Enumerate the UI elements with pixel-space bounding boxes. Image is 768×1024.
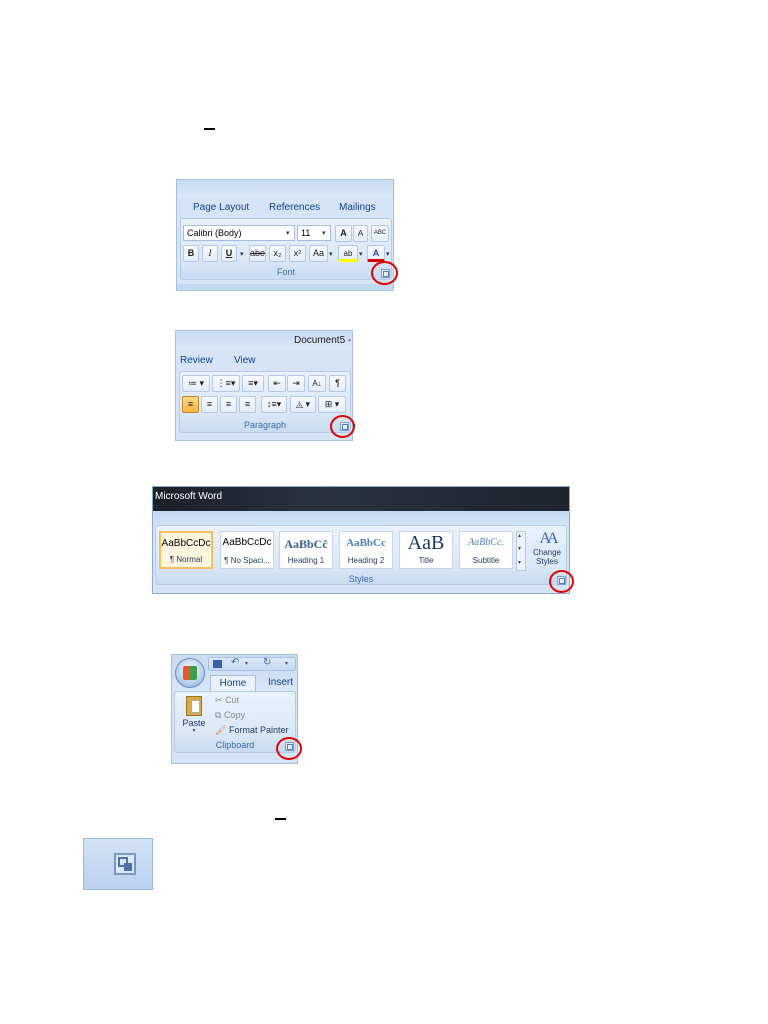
change-styles-label: Change Styles [532,548,562,566]
show-formatting-button[interactable]: ¶ [329,375,346,392]
dialog-launcher-icon [114,853,136,875]
increase-indent-button[interactable]: ⇥ [287,375,305,392]
underline-dropdown-icon[interactable]: ▾ [240,250,244,258]
style-normal[interactable]: AaBbCcDc ¶ Normal [159,531,213,569]
paragraph-group: ≔ ▾ ⋮≡▾ ≡▾ ⇤ ⇥ A↓ ¶ ≡ ≡ ≡ ≡ ↕≡▾ ◬ ▾ ⊞ ▾ … [179,371,351,433]
underline-button[interactable]: U [221,245,237,262]
bold-button[interactable]: B [183,245,199,262]
change-styles-icon: AA [539,530,558,547]
office-logo-icon [183,666,197,680]
font-group: Calibri (Body) ▾ 11 ▾ A A ABC B I U ▾ ab… [180,218,392,280]
grow-font-button[interactable]: A [335,225,352,242]
line-spacing-button[interactable]: ↕≡▾ [261,396,287,413]
paste-button[interactable]: Paste ▾ [179,695,209,739]
paintbrush-icon: 🖌 [215,725,227,735]
decrease-indent-button[interactable]: ⇤ [268,375,286,392]
format-painter-button[interactable]: 🖌 Format Painter [215,725,288,736]
change-case-button[interactable]: Aa [309,245,328,262]
font-size-dropdown-icon[interactable]: ▾ [322,229,326,237]
cut-button[interactable]: ✂ Cut [215,695,239,706]
align-right-button[interactable]: ≡ [220,396,237,413]
clipboard-icon [186,696,202,716]
window-title: Microsoft Word [155,491,223,502]
font-group-label: Font [276,267,295,277]
tab-page-layout[interactable]: Page Layout [193,202,249,213]
clear-formatting-button[interactable]: ABC [371,225,389,242]
highlight-circle [276,737,302,760]
save-icon[interactable] [213,660,222,668]
paste-label: Paste [182,718,206,728]
paste-dropdown-icon[interactable]: ▾ [179,728,209,734]
superscript-button[interactable]: x² [289,245,306,262]
underscore-mark [204,128,215,130]
style-no-spacing[interactable]: AaBbCcDc ¶ No Spaci... [220,531,274,569]
undo-dropdown-icon[interactable]: ▾ [245,660,248,667]
font-color-button[interactable]: A [367,245,385,262]
undo-icon[interactable]: ↶ [231,657,239,668]
copy-button[interactable]: ⧉ Copy [215,710,245,721]
styles-scroll[interactable]: ▴ ▾ ▾ [516,531,526,571]
paragraph-group-label: Paragraph [243,420,287,430]
borders-button[interactable]: ⊞ ▾ [318,396,346,413]
quick-access-toolbar: ↶ ▾ ↻ ▾ [208,657,296,671]
font-color-icon: A [372,248,380,258]
scroll-down-icon[interactable]: ▾ [518,545,521,552]
change-case-dropdown-icon[interactable]: ▾ [329,250,333,258]
font-name-field[interactable]: Calibri (Body) [183,225,295,241]
more-icon[interactable]: ▾ [518,559,521,566]
tab-review[interactable]: Review [180,355,213,366]
dialog-launcher-enlarged [83,838,153,890]
align-left-button[interactable]: ≡ [182,396,199,413]
style-heading-1[interactable]: AaBbCĉ Heading 1 [279,531,333,569]
office-button[interactable] [175,658,205,688]
style-title[interactable]: AaB Title [399,531,453,569]
style-heading-2[interactable]: AaBbCc Heading 2 [339,531,393,569]
styles-group: AaBbCcDc ¶ Normal AaBbCcDc ¶ No Spaci...… [155,525,567,585]
window-title: Document5 - [294,335,352,346]
scroll-up-icon[interactable]: ▴ [518,532,521,539]
align-center-button[interactable]: ≡ [201,396,218,413]
shading-button[interactable]: ◬ ▾ [290,396,316,413]
tab-view[interactable]: View [234,355,256,366]
font-group-screenshot: Page Layout References Mailings Calibri … [176,179,394,291]
scissors-icon: ✂ [215,695,223,705]
sort-button[interactable]: A↓ [308,375,326,392]
strikethrough-button[interactable]: abe [249,245,266,262]
highlight-button[interactable]: ab [338,245,358,262]
styles-group-label: Styles [348,574,374,584]
paragraph-group-screenshot: Document5 - Review View ≔ ▾ ⋮≡▾ ≡▾ ⇤ ⇥ A… [175,330,353,441]
bullets-button[interactable]: ≔ ▾ [182,375,210,392]
tab-insert[interactable]: Insert [268,677,293,688]
shrink-font-button[interactable]: A [353,225,368,242]
tab-mailings[interactable]: Mailings [339,202,376,213]
highlight-dropdown-icon[interactable]: ▾ [359,250,363,258]
numbering-button[interactable]: ⋮≡▾ [212,375,240,392]
copy-icon: ⧉ [215,710,222,720]
highlight-icon: ab [343,249,353,258]
font-name-dropdown-icon[interactable]: ▾ [286,229,290,237]
styles-group-screenshot: Microsoft Word AaBbCcDc ¶ Normal AaBbCcD… [152,486,570,594]
style-subtitle[interactable]: AaBbCc. Subtitle [459,531,513,569]
customize-dropdown-icon[interactable]: ▾ [285,660,288,667]
subscript-button[interactable]: x₂ [269,245,286,262]
italic-button[interactable]: I [202,245,218,262]
font-color-dropdown-icon[interactable]: ▾ [386,250,390,258]
multilevel-list-button[interactable]: ≡▾ [242,375,264,392]
justify-button[interactable]: ≡ [239,396,256,413]
underscore-mark [275,818,286,820]
redo-icon[interactable]: ↻ [263,657,271,668]
tab-references[interactable]: References [269,202,320,213]
tab-home[interactable]: Home [210,675,256,691]
highlight-circle [549,570,574,593]
change-styles-button[interactable]: AA Change Styles [529,528,565,572]
highlight-circle [330,415,355,438]
highlight-circle [371,261,398,285]
